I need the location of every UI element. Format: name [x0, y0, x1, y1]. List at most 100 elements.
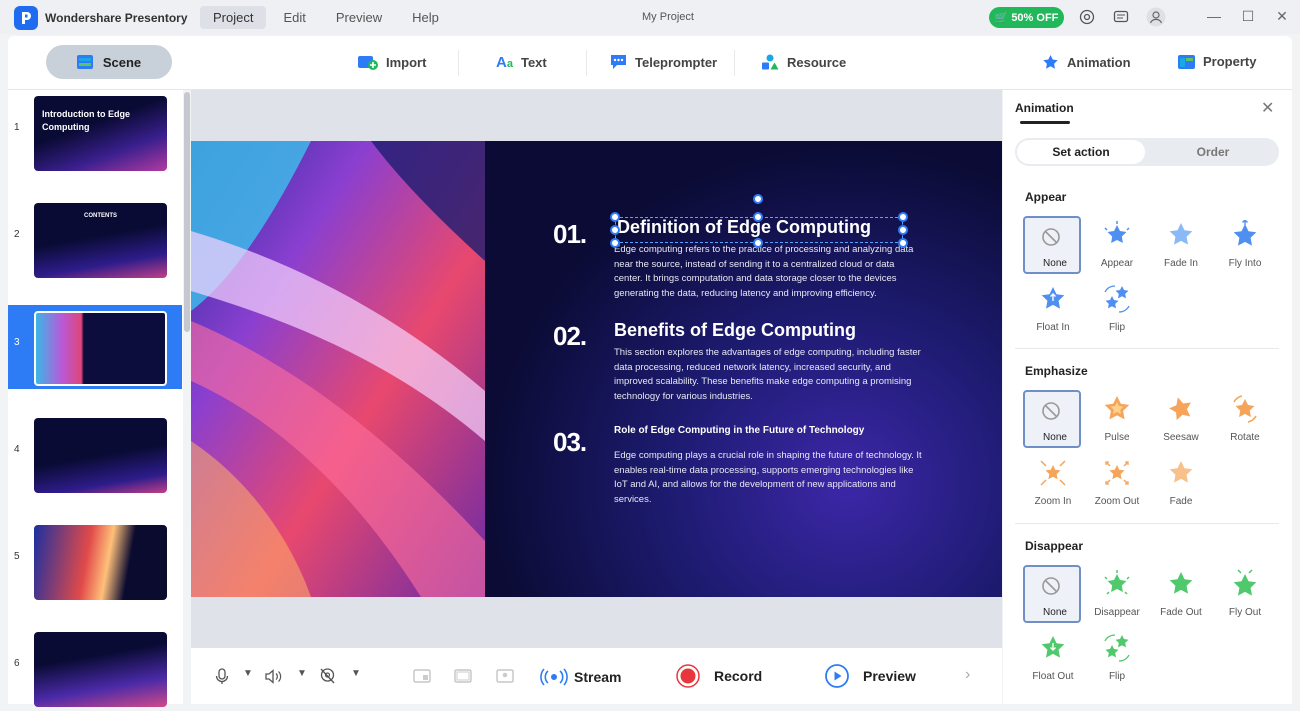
none-icon [1042, 577, 1060, 595]
text-label: Text [520, 55, 547, 70]
slide-list-scrollbar[interactable] [184, 92, 190, 332]
anim-flip-disappear[interactable]: Flip [1087, 629, 1147, 689]
stream-button[interactable]: Stream [540, 668, 621, 686]
anim-fade-emphasize[interactable]: Fade [1151, 454, 1211, 514]
chevron-down-icon[interactable]: ▼ [243, 668, 253, 679]
section-number-2: 02. [553, 321, 587, 351]
teleprompter-label: Teleprompter [635, 54, 718, 70]
slide-canvas[interactable]: 01. Definition of Edge Computing Edge co… [191, 141, 1002, 597]
anim-zoom-in[interactable]: Zoom In [1023, 454, 1083, 514]
anim-label: Fly Out [1228, 607, 1262, 618]
camera-off-icon[interactable] [319, 667, 336, 685]
section-number-1: 01. [553, 219, 587, 249]
layout-2-icon[interactable] [454, 669, 472, 683]
star-rotate-icon [1233, 395, 1257, 423]
toolbar-divider [458, 50, 459, 76]
resize-handle-tr[interactable] [898, 212, 908, 222]
anim-label: Float In [1036, 322, 1070, 333]
tab-set-action[interactable]: Set action [1017, 140, 1145, 164]
anim-zoom-out[interactable]: Zoom Out [1087, 454, 1147, 514]
user-avatar-icon[interactable] [1146, 7, 1166, 27]
tab-order[interactable]: Order [1149, 140, 1277, 164]
anim-disappear[interactable]: Disappear [1087, 565, 1147, 625]
animation-button[interactable]: Animation [1042, 54, 1131, 71]
cart-icon: 🛒 [994, 12, 1009, 24]
anim-pulse[interactable]: Pulse [1087, 390, 1147, 450]
rotate-handle[interactable] [753, 194, 763, 204]
resize-handle-bl[interactable] [610, 238, 620, 248]
record-button[interactable]: Record [676, 664, 762, 688]
promo-button[interactable]: 🛒 50% OFF [989, 7, 1064, 28]
canvas-area: 01. Definition of Edge Computing Edge co… [191, 90, 1002, 648]
section-title-2[interactable]: Benefits of Edge Computing [614, 320, 856, 341]
panel-title: Animation [1015, 101, 1074, 115]
chevron-down-icon[interactable]: ▼ [297, 668, 307, 679]
speaker-icon[interactable] [265, 669, 282, 684]
close-panel-icon[interactable]: ✕ [1261, 98, 1274, 118]
microphone-icon[interactable] [215, 668, 229, 685]
preview-label: Preview [863, 668, 916, 684]
anim-rotate[interactable]: Rotate [1215, 390, 1275, 450]
star-burst-icon [1104, 570, 1130, 595]
anim-flip-appear[interactable]: Flip [1087, 280, 1147, 340]
resize-handle-br[interactable] [898, 238, 908, 248]
anim-fly-into[interactable]: Fly Into [1215, 216, 1275, 276]
stream-icon [540, 668, 568, 686]
resize-handle-right[interactable] [898, 225, 908, 235]
slide-number: 5 [14, 551, 20, 562]
none-icon [1042, 402, 1060, 420]
resize-handle-bottom[interactable] [753, 238, 763, 248]
minimize-icon[interactable]: — [1205, 8, 1223, 24]
slide-thumbnail-4[interactable]: 4 [8, 412, 182, 496]
text-icon: Aa [496, 54, 513, 71]
chevron-right-icon[interactable]: › [965, 666, 970, 684]
star-fade-icon [1169, 223, 1193, 245]
section-title-3[interactable]: Role of Edge Computing in the Future of … [614, 425, 864, 436]
slide-list: 1 Introduction to Edge Computing 2 CONTE… [8, 90, 183, 707]
anim-fade-out[interactable]: Fade Out [1151, 565, 1211, 625]
property-button[interactable]: Property [1178, 54, 1256, 69]
group-divider [1015, 523, 1279, 524]
chevron-down-icon[interactable]: ▼ [351, 668, 361, 679]
stream-label: Stream [574, 669, 622, 685]
slide-thumbnail-3[interactable]: 3 [8, 305, 182, 389]
anim-appear[interactable]: Appear [1087, 216, 1147, 276]
panel-tabs: Set action Order [1015, 138, 1279, 166]
anim-fade-in[interactable]: Fade In [1151, 216, 1211, 276]
section-body-1[interactable]: Edge computing refers to the practice of… [614, 243, 924, 301]
resource-button[interactable]: Resource [761, 54, 846, 70]
resize-handle-left[interactable] [610, 225, 620, 235]
preview-button[interactable]: Preview [825, 664, 916, 688]
message-icon[interactable] [1113, 9, 1129, 25]
anim-disappear-none[interactable]: None [1023, 565, 1081, 623]
anim-float-in[interactable]: Float In [1023, 280, 1083, 340]
maximize-icon[interactable]: ☐ [1239, 8, 1257, 25]
resize-handle-tl[interactable] [610, 212, 620, 222]
slide-thumbnail-2[interactable]: 2 CONTENTS [8, 197, 182, 281]
anim-emphasize-none[interactable]: None [1023, 390, 1081, 448]
scene-button[interactable]: Scene [46, 45, 172, 79]
anim-label: Fly Into [1228, 258, 1262, 269]
layout-1-icon[interactable] [413, 669, 431, 683]
section-body-2[interactable]: This section explores the advantages of … [614, 346, 924, 404]
anim-fly-out[interactable]: Fly Out [1215, 565, 1275, 625]
anim-float-out[interactable]: Float Out [1023, 629, 1083, 689]
resource-icon [762, 54, 779, 70]
anim-seesaw[interactable]: Seesaw [1151, 390, 1211, 450]
target-icon[interactable] [1079, 9, 1095, 25]
close-window-icon[interactable]: ✕ [1273, 8, 1291, 25]
text-button[interactable]: Aa Text [496, 54, 547, 71]
layout-3-icon[interactable] [496, 669, 514, 683]
resize-handle-top[interactable] [753, 212, 763, 222]
slide-number: 4 [14, 444, 20, 455]
bottom-bar: ▼ ▼ ▼ Stream Record Preview › [191, 648, 1002, 704]
teleprompter-button[interactable]: Teleprompter [610, 54, 717, 70]
section-body-3[interactable]: Edge computing plays a crucial role in s… [614, 449, 924, 507]
slide-thumbnail-6[interactable]: 6 [8, 626, 182, 710]
import-button[interactable]: Import [358, 54, 426, 70]
slide-thumbnail-1[interactable]: 1 Introduction to Edge Computing [8, 90, 182, 174]
anim-appear-none[interactable]: None [1023, 216, 1081, 274]
slide-decorative-image [191, 141, 485, 597]
anim-label: Seesaw [1163, 432, 1199, 443]
slide-thumbnail-5[interactable]: 5 [8, 519, 182, 603]
